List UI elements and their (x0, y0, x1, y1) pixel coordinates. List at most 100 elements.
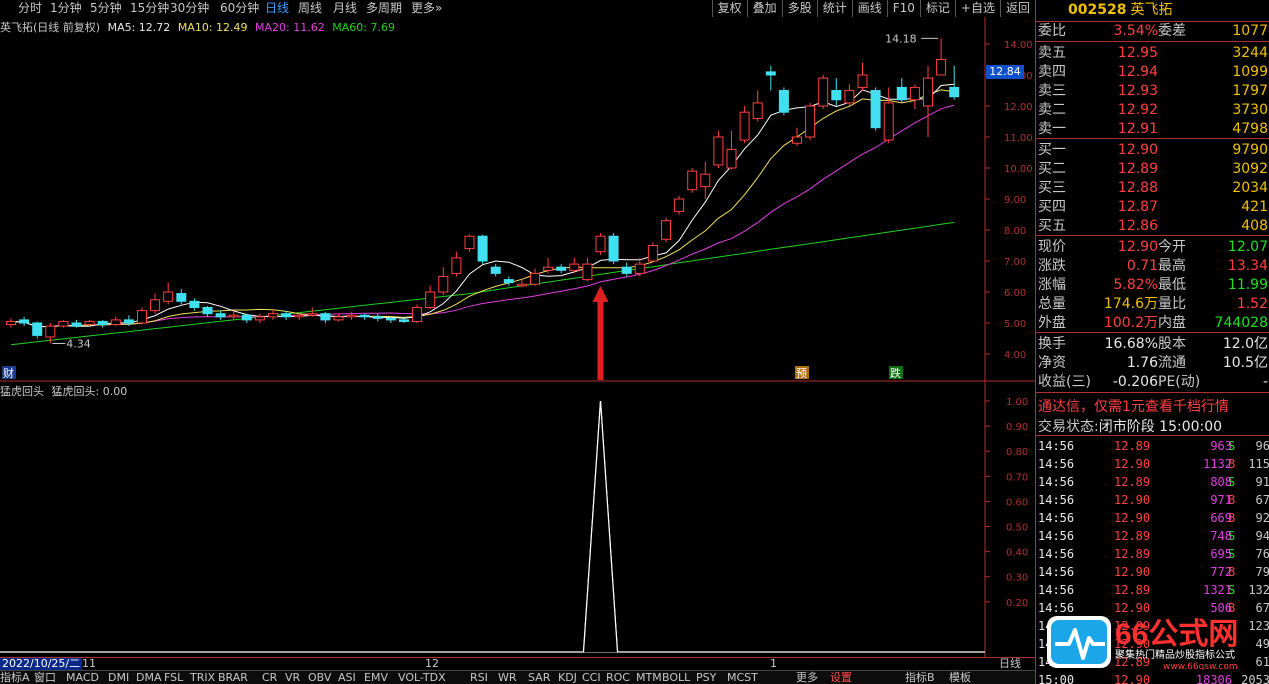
bid-volume: 408 (1241, 218, 1268, 234)
indicator-tab[interactable]: EMV (364, 671, 388, 684)
signal-arrow (592, 286, 609, 380)
indicator-tab[interactable]: BOLL (662, 671, 690, 684)
period-label: 日线 (999, 657, 1021, 670)
indicator-tab[interactable]: ASI (338, 671, 356, 684)
fund-label: 股本 (1158, 336, 1186, 352)
period-toolbar: 分时 1分钟 5分钟 15分钟 30分钟 60分钟 日线 周线 月线 多周期 更多» 复权 叠加 多股 统计… (0, 0, 1035, 17)
stat-row: 总量 174.6万 量比 1.52 (1036, 295, 1269, 314)
period-tab[interactable]: 60分钟 (220, 0, 259, 17)
indicator-tab[interactable]: 指标A (0, 671, 30, 684)
indicator-tab[interactable]: VOL-TDX (398, 671, 446, 684)
promo-banner[interactable]: 通达信，仅需1元查看千档行情 (1038, 396, 1229, 416)
toolbar-button[interactable]: 标记 (919, 0, 955, 17)
toolbar-button[interactable]: 多股 (781, 0, 817, 17)
indicator-tab[interactable]: PSY (696, 671, 716, 684)
indicator-tab[interactable]: RSI (470, 671, 488, 684)
candle-body (137, 310, 147, 324)
indicator-tab[interactable]: MTM (636, 671, 662, 684)
ma10-value: MA10: 12.49 (177, 21, 248, 34)
toolbar-button[interactable]: 画线 (851, 0, 887, 17)
indicator-tab[interactable]: DMA (136, 671, 162, 684)
candle-body (739, 111, 750, 141)
candle-body (477, 235, 488, 262)
ask-row: 卖四 12.94 1099 (1036, 63, 1269, 82)
stat-label: 最低 (1158, 277, 1186, 293)
indicator-name[interactable]: 猛虎回头 (0, 385, 44, 398)
toolbar-button[interactable]: 叠加 (746, 0, 782, 17)
tick-time: 14:56 (1038, 565, 1075, 579)
period-tab[interactable]: 30分钟 (170, 0, 209, 17)
toolbar-button[interactable]: +自选 (954, 0, 1000, 17)
period-tab[interactable]: 5分钟 (90, 0, 122, 17)
tick-price: 12.90 (1114, 493, 1151, 507)
month-tick: 1 (770, 657, 777, 670)
period-tab[interactable]: 1分钟 (50, 0, 82, 17)
kline-chart[interactable]: 14.0013.0012.0011.0010.009.008.007.006.0… (0, 0, 1035, 657)
indicator-tab[interactable]: 设置 (830, 671, 852, 684)
bid-label: 买二 (1038, 161, 1066, 177)
indicator-tab[interactable]: CCI (582, 671, 601, 684)
marker-cai: 财 (3, 366, 14, 380)
period-tab[interactable]: 周线 (298, 0, 322, 17)
indicator-tab[interactable]: CR (262, 671, 277, 684)
period-tab[interactable]: 日线 (265, 0, 289, 17)
price-tick-label: 7.00 (1004, 257, 1026, 268)
indicator-tab[interactable]: BRAR (218, 671, 248, 684)
tick-time: 14:56 (1038, 475, 1075, 489)
indicator-tab[interactable]: VR (285, 671, 300, 684)
price-tick-label: 14.00 (1004, 40, 1033, 51)
indicator-tab[interactable]: 指标B (905, 671, 935, 684)
candle-body (84, 320, 95, 326)
toolbar-button[interactable]: 返回 (999, 0, 1035, 17)
ask-price: 12.93 (1117, 83, 1158, 99)
indicator-tab[interactable]: 模板 (949, 671, 971, 684)
candle-body (647, 245, 658, 262)
fund-label: 流通 (1158, 355, 1186, 371)
candle-body (687, 170, 698, 191)
indicator-tab[interactable]: DMI (108, 671, 129, 684)
period-tab[interactable]: 15分钟 (130, 0, 169, 17)
indicator-tab[interactable]: ROC (606, 671, 630, 684)
period-tab[interactable]: 更多» (411, 0, 442, 17)
candle-body (752, 102, 763, 119)
toolbar-button[interactable]: F10 (886, 0, 920, 17)
toolbar-button[interactable]: 复权 (711, 0, 747, 17)
tick-side: B (1228, 565, 1236, 579)
ask-volume: 1797 (1232, 83, 1268, 99)
indicator-tab[interactable]: MACD (66, 671, 99, 684)
candle-body (870, 90, 881, 129)
stat-label: 今开 (1158, 239, 1186, 255)
stock-code: 002528 (1068, 2, 1127, 18)
indicator-tab[interactable]: SAR (528, 671, 550, 684)
ind-tick-label: 0.60 (1006, 497, 1028, 508)
candle-body (241, 314, 252, 321)
period-tab[interactable]: 分时 (18, 0, 42, 17)
fund-label: 收益(三) (1038, 374, 1091, 390)
tick-time: 14:56 (1038, 439, 1075, 453)
ask-price: 12.95 (1117, 45, 1158, 61)
indicator-tab[interactable]: KDJ (558, 671, 577, 684)
candle-body (883, 102, 894, 141)
indicator-tab[interactable]: FSL (164, 671, 183, 684)
candle-body (346, 314, 357, 318)
price-tick-label: 12.00 (1004, 102, 1033, 113)
indicator-tab[interactable]: 窗口 (34, 671, 56, 684)
indicator-tab[interactable]: WR (498, 671, 517, 684)
tick-count: 67 (1255, 493, 1269, 507)
bid-row: 买五 12.86 408 (1036, 217, 1269, 236)
toolbar-button[interactable]: 统计 (816, 0, 852, 17)
fund-label: 换手 (1038, 336, 1066, 352)
indicator-tab[interactable]: TRIX (190, 671, 215, 684)
tick-price: 12.90 (1114, 565, 1151, 579)
tick-row: 14:56 12.89 963 S 96 (1036, 437, 1269, 455)
indicator-tab[interactable]: OBV (308, 671, 331, 684)
ask-label: 卖一 (1038, 121, 1066, 137)
fund-value: 16.68% (1104, 336, 1158, 352)
tick-side: B (1228, 457, 1236, 471)
period-tab[interactable]: 月线 (333, 0, 357, 17)
indicator-tab[interactable]: 更多 (796, 671, 818, 684)
period-tab[interactable]: 多周期 (366, 0, 402, 17)
indicator-tab[interactable]: MCST (727, 671, 758, 684)
candle-body (176, 293, 187, 302)
candle-body (189, 300, 200, 308)
